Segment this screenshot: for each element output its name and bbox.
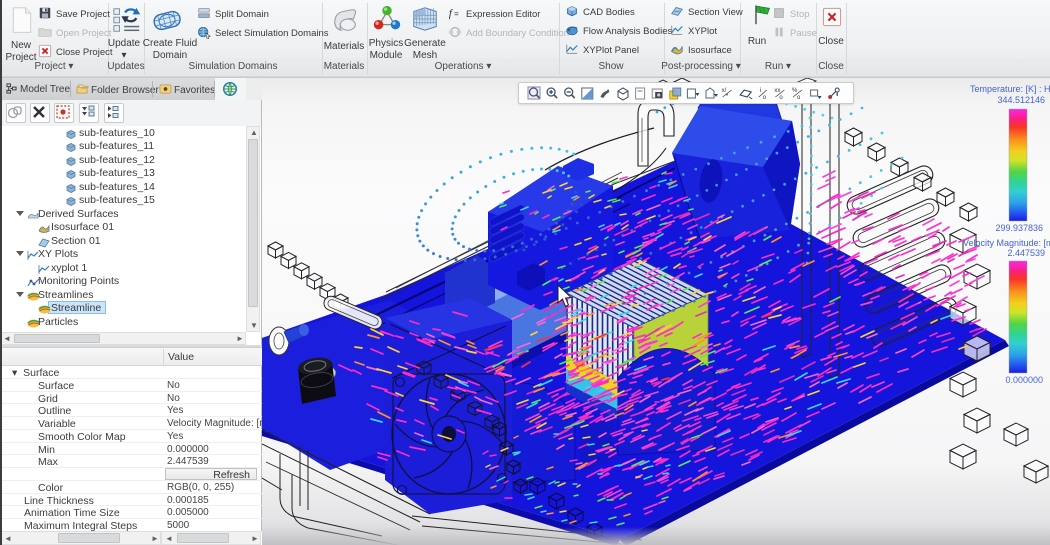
svg-text:0.000000: 0.000000 (1005, 375, 1043, 385)
svg-text:xx: xx (774, 88, 780, 94)
svg-text:344.512146: 344.512146 (997, 95, 1045, 105)
svg-text:%: % (792, 88, 798, 94)
svg-text:Velocity Magnitude: [m/s]: Velocity Magnitude: [m/s] (963, 238, 1050, 248)
svg-text:o: o (763, 95, 767, 101)
svg-text:f: f (449, 9, 454, 20)
svg-text:=: = (454, 10, 459, 19)
svg-text:299.937836: 299.937836 (995, 223, 1043, 233)
svg-text:Temperature: [K] : H: Temperature: [K] : H (970, 84, 1050, 94)
svg-text:2.447539: 2.447539 (1007, 248, 1045, 258)
svg-text:o: o (779, 95, 783, 101)
svg-text:i: i (760, 88, 761, 94)
svg-text:o: o (797, 95, 801, 101)
